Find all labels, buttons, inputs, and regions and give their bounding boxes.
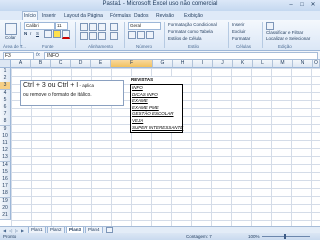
- list-item[interactable]: DICAS INFO: [132, 92, 158, 98]
- bold-button[interactable]: N: [24, 31, 27, 36]
- list-item[interactable]: EXAME PME: [132, 105, 159, 111]
- align-middle-icon[interactable]: [89, 23, 97, 31]
- group-label-font: Fonte: [42, 44, 54, 49]
- tab-revisao[interactable]: Revisão: [156, 12, 174, 20]
- autosum-icon[interactable]: [266, 22, 274, 30]
- cell-styles-button[interactable]: Estilos de Célula: [168, 36, 202, 41]
- number-format-select[interactable]: Geral: [128, 22, 161, 30]
- paste-label[interactable]: Colar: [5, 35, 16, 40]
- text-box[interactable]: Ctrl + 3 ou Ctrl + I - aplica ou remove …: [20, 80, 124, 106]
- text-box-line1: Ctrl + 3 ou Ctrl + I - aplica: [23, 82, 94, 89]
- comma-icon[interactable]: [146, 31, 154, 39]
- list-item[interactable]: INFO: [132, 85, 143, 91]
- column-header-o[interactable]: O: [313, 60, 320, 68]
- align-bottom-icon[interactable]: [98, 23, 106, 31]
- format-as-table-button[interactable]: Formatar como Tabela: [168, 29, 213, 34]
- merge-cells-icon[interactable]: [110, 32, 118, 40]
- conditional-format-button[interactable]: Formatação Condicional: [168, 22, 217, 27]
- tab-exibicao[interactable]: Exibição: [184, 12, 203, 20]
- group-label-number: Número: [136, 44, 153, 49]
- align-right-icon[interactable]: [98, 32, 106, 40]
- close-button[interactable]: ✕: [308, 1, 318, 9]
- group-label-style: Estilo: [188, 44, 200, 49]
- window-title: Pasta1 - Microsoft Excel uso não comerci…: [102, 1, 218, 7]
- column-header-e[interactable]: E: [91, 60, 111, 68]
- group-label-alignment: Alinhamento: [88, 44, 114, 49]
- currency-icon[interactable]: [128, 31, 136, 39]
- magazine-list: REVISTAS INFO DICAS INFO EXAME EXAME PME…: [130, 77, 183, 133]
- column-header-d[interactable]: D: [71, 60, 91, 68]
- column-header-n[interactable]: N: [293, 60, 313, 68]
- column-header-g[interactable]: G: [153, 60, 173, 68]
- zoom-slider-thumb[interactable]: [284, 234, 286, 239]
- align-left-icon[interactable]: [80, 32, 88, 40]
- column-header-c[interactable]: C: [51, 60, 71, 68]
- tab-formulas[interactable]: Fórmulas: [110, 12, 131, 20]
- column-header-f[interactable]: F: [111, 60, 153, 68]
- column-header-h[interactable]: H: [173, 60, 193, 68]
- formula-bar: F3 fx INFO: [0, 51, 320, 60]
- divider: [164, 22, 165, 48]
- list-item[interactable]: SUPER INTERESSANTE: [132, 125, 183, 131]
- align-center-icon[interactable]: [89, 32, 97, 40]
- tab-inserir[interactable]: Inserir: [42, 12, 56, 20]
- status-count: Contagem: 7: [186, 234, 212, 239]
- insert-cells-button[interactable]: Inserir: [232, 22, 245, 27]
- borders-icon[interactable]: [44, 30, 52, 38]
- name-box[interactable]: F3: [3, 52, 34, 60]
- delete-cells-button[interactable]: Excluir: [232, 29, 246, 34]
- column-header-l[interactable]: L: [253, 60, 273, 68]
- font-color-icon[interactable]: [62, 30, 70, 39]
- fill-color-icon[interactable]: [53, 30, 61, 38]
- find-select-button[interactable]: Localizar e Selecionar: [266, 36, 310, 41]
- wrap-text-icon[interactable]: [110, 23, 118, 31]
- column-header-a[interactable]: A: [11, 60, 31, 68]
- divider: [262, 22, 263, 48]
- minimize-button[interactable]: –: [286, 1, 296, 9]
- list-header[interactable]: REVISTAS: [131, 77, 153, 82]
- font-size-select[interactable]: 11: [55, 22, 68, 30]
- list-item[interactable]: EXAME: [132, 98, 148, 104]
- group-label-clipboard: Área de T...: [3, 44, 26, 49]
- zoom-level[interactable]: 100%: [248, 234, 260, 239]
- column-header-m[interactable]: M: [273, 60, 293, 68]
- shortcut-desc: - aplica: [78, 83, 95, 88]
- select-all-corner[interactable]: [0, 60, 11, 68]
- underline-button[interactable]: S: [36, 31, 39, 36]
- font-name-select[interactable]: Calibri: [24, 22, 55, 30]
- percent-icon[interactable]: [137, 31, 145, 39]
- status-bar: Pronto Contagem: 7 100%: [0, 233, 320, 240]
- formula-input[interactable]: INFO: [44, 52, 318, 60]
- ribbon: Colar Calibri 11 N I S Geral Formatação …: [0, 20, 320, 51]
- sort-filter-button[interactable]: Classificar e Filtrar: [266, 30, 303, 35]
- fx-icon[interactable]: fx: [36, 52, 40, 58]
- group-label-editing: Edição: [278, 44, 292, 49]
- group-label-cells: Células: [236, 44, 252, 49]
- list-item[interactable]: GESTÃO ESCOLAR: [132, 111, 174, 117]
- align-top-icon[interactable]: [80, 23, 88, 31]
- italic-button[interactable]: I: [30, 31, 31, 36]
- tab-inicio[interactable]: Início: [22, 11, 38, 20]
- divider: [124, 22, 125, 48]
- shortcut-text: Ctrl + 3 ou Ctrl + I: [23, 82, 79, 89]
- column-header-k[interactable]: K: [233, 60, 253, 68]
- divider: [75, 22, 76, 48]
- zoom-slider[interactable]: [262, 236, 310, 237]
- divider: [228, 22, 229, 48]
- tab-layout[interactable]: Layout da Página: [64, 12, 103, 20]
- maximize-button[interactable]: □: [297, 1, 307, 9]
- list-item[interactable]: VEJA: [132, 118, 143, 124]
- column-header-i[interactable]: I: [193, 60, 213, 68]
- text-box-line2: ou remove o formato de itálico.: [23, 92, 92, 98]
- status-ready: Pronto: [3, 234, 17, 239]
- paste-icon[interactable]: [5, 23, 17, 35]
- format-cells-button[interactable]: Formatar: [232, 36, 250, 41]
- tab-dados[interactable]: Dados: [134, 12, 148, 20]
- column-header-j[interactable]: J: [213, 60, 233, 68]
- list-border: INFO DICAS INFO EXAME EXAME PME GESTÃO E…: [130, 84, 183, 133]
- column-header-b[interactable]: B: [31, 60, 51, 68]
- row-header-21[interactable]: 21: [0, 212, 11, 220]
